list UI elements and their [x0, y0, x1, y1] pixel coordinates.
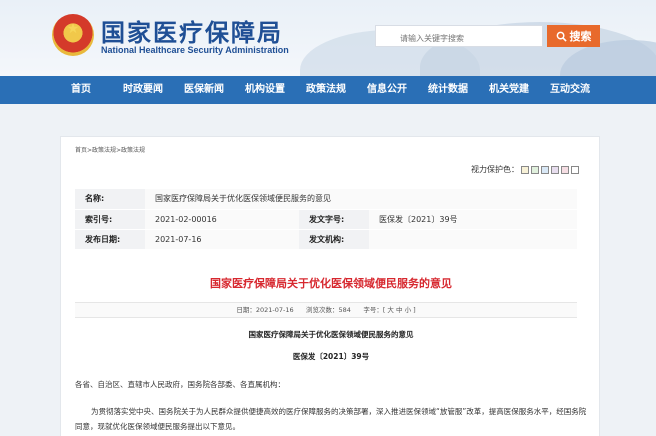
index-label: 索引号:: [75, 209, 145, 230]
site-subtitle: National Healthcare Security Administrat…: [101, 45, 289, 55]
article-info-bar: 日期：2021-07-16 浏览次数：584 字号：[ 大 中 小 ]: [75, 302, 577, 318]
nav-item-organization[interactable]: 机构设置: [245, 76, 285, 104]
date-value: 2021-07-16: [145, 229, 299, 250]
site-title[interactable]: 国家医疗保障局: [101, 13, 283, 48]
nav-item-home[interactable]: 首页: [71, 76, 91, 104]
body-paragraph: 为贯彻落实党中央、国务院关于为人民群众提供便捷高效的医疗保障服务的决策部署，深入…: [75, 407, 587, 431]
nav-item-news[interactable]: 医保新闻: [184, 76, 224, 104]
article-views: 浏览次数：584: [306, 306, 351, 314]
color-swatch-green[interactable]: [531, 165, 539, 174]
article-card: 首页>政策法规>政策法规 视力保护色： 名称: 国家医疗保障局关于优化医保领域便…: [60, 136, 600, 436]
article-date: 日期：2021-07-16: [236, 306, 294, 314]
search-button[interactable]: 搜索: [547, 25, 600, 47]
color-swatch-pink[interactable]: [561, 165, 569, 174]
table-row: 发布日期: 2021-07-16 发文机构:: [75, 229, 577, 250]
color-swatch-purple[interactable]: [551, 165, 559, 174]
body-heading: 国家医疗保障局关于优化医保领域便民服务的意见: [248, 330, 414, 339]
nav-item-disclosure[interactable]: 信息公开: [367, 76, 407, 104]
org-value: [369, 229, 577, 250]
body-document-number: 医保发〔2021〕39号: [292, 352, 370, 361]
name-value: 国家医疗保障局关于优化医保领域便民服务的意见: [145, 189, 577, 210]
national-emblem-icon: ★: [52, 14, 94, 56]
color-swatch-white[interactable]: [571, 165, 579, 174]
body-salutation: 各省、自治区、直辖市人民政府，国务院各部委、各直属机构：: [75, 380, 285, 389]
color-swatch-yellow[interactable]: [521, 165, 529, 174]
nav-item-politics[interactable]: 时政要闻: [123, 76, 163, 104]
table-row: 名称: 国家医疗保障局关于优化医保领域便民服务的意见: [75, 189, 577, 210]
name-label: 名称:: [75, 189, 145, 210]
docno-value: 医保发〔2021〕39号: [369, 209, 577, 230]
search-icon: [556, 31, 567, 42]
docno-label: 发文字号:: [299, 209, 369, 230]
eye-protection-label: 视力保护色：: [471, 165, 519, 174]
org-label: 发文机构:: [299, 229, 369, 250]
breadcrumb[interactable]: 首页>政策法规>政策法规: [75, 145, 145, 154]
search-input[interactable]: [376, 28, 542, 49]
nav-item-policy[interactable]: 政策法规: [306, 76, 346, 104]
color-swatch-blue[interactable]: [541, 165, 549, 174]
nav-item-interaction[interactable]: 互动交流: [550, 76, 590, 104]
date-label: 发布日期:: [75, 229, 145, 250]
font-size-switcher[interactable]: 字号：[ 大 中 小 ]: [363, 306, 415, 314]
nav-item-party[interactable]: 机关党建: [489, 76, 529, 104]
site-header: ★ 国家医疗保障局 National Healthcare Security A…: [0, 0, 656, 76]
search-box: [375, 25, 543, 49]
nav-item-statistics[interactable]: 统计数据: [428, 76, 468, 104]
document-title: 国家医疗保障局关于优化医保领域便民服务的意见: [210, 277, 452, 290]
document-metadata-table: 名称: 国家医疗保障局关于优化医保领域便民服务的意见 索引号: 2021-02-…: [75, 189, 577, 250]
eye-protection-colors: 视力保护色：: [471, 164, 579, 175]
table-row: 索引号: 2021-02-00016 发文字号: 医保发〔2021〕39号: [75, 209, 577, 230]
index-value: 2021-02-00016: [145, 209, 299, 230]
search-button-label: 搜索: [569, 30, 592, 43]
main-nav: 首页 时政要闻 医保新闻 机构设置 政策法规 信息公开 统计数据 机关党建 互动…: [0, 76, 656, 104]
